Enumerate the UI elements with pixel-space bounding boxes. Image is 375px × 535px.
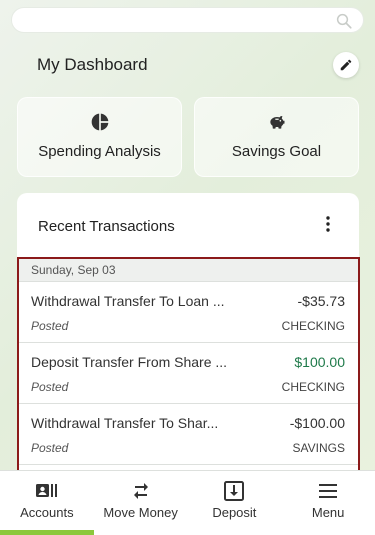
transaction-amount: -$100.00: [289, 415, 345, 431]
transaction-row[interactable]: Deposit Transfer From Share ... $100.00 …: [19, 343, 358, 404]
search-input[interactable]: [11, 7, 364, 33]
nav-accounts[interactable]: Accounts: [0, 471, 94, 535]
transaction-account: CHECKING: [281, 319, 345, 333]
pencil-icon: [340, 59, 352, 71]
nav-label: Move Money: [103, 505, 178, 520]
edit-dashboard-button[interactable]: [333, 52, 359, 78]
tile-label: Savings Goal: [231, 143, 322, 160]
nav-move-money[interactable]: Move Money: [94, 471, 188, 535]
tile-label: Spending Analysis: [38, 143, 161, 160]
card-title: Recent Transactions: [38, 218, 175, 235]
transaction-account: SAVINGS: [292, 441, 345, 455]
pie-chart-icon: [91, 113, 108, 131]
bottom-nav: Accounts Move Money Deposit Menu: [0, 470, 375, 535]
nav-menu[interactable]: Menu: [281, 471, 375, 535]
transaction-row[interactable]: Withdrawal Transfer To Shar... -$100.00 …: [19, 404, 358, 465]
savings-goal-tile[interactable]: Savings Goal: [194, 97, 359, 177]
search-icon: [336, 13, 352, 29]
active-indicator: [0, 530, 94, 535]
deposit-icon: [224, 481, 245, 501]
transaction-amount: -$35.73: [297, 293, 345, 309]
piggy-bank-icon: [269, 116, 284, 129]
more-options-icon[interactable]: [321, 215, 335, 233]
page-title: My Dashboard: [37, 55, 148, 74]
date-header: Sunday, Sep 03: [19, 259, 358, 282]
transaction-description: Withdrawal Transfer To Loan ...: [31, 293, 225, 309]
spending-analysis-tile[interactable]: Spending Analysis: [17, 97, 182, 177]
transaction-description: Withdrawal Transfer To Shar...: [31, 415, 219, 431]
transaction-amount: $100.00: [294, 354, 345, 370]
nav-label: Deposit: [212, 505, 257, 520]
transaction-status: Posted: [31, 319, 69, 333]
nav-label: Menu: [311, 505, 345, 520]
transactions-list: Sunday, Sep 03 Withdrawal Transfer To Lo…: [17, 257, 360, 472]
transaction-description: Deposit Transfer From Share ...: [31, 354, 228, 370]
transfer-icon: [133, 483, 148, 499]
transaction-account: CHECKING: [281, 380, 345, 394]
nav-label: Accounts: [20, 505, 74, 520]
transaction-status: Posted: [31, 441, 69, 455]
transaction-row[interactable]: Withdrawal Transfer To Loan ... -$35.73 …: [19, 282, 358, 343]
transaction-status: Posted: [31, 380, 69, 394]
menu-icon: [319, 484, 338, 498]
accounts-icon: [35, 484, 57, 497]
nav-deposit[interactable]: Deposit: [188, 471, 282, 535]
